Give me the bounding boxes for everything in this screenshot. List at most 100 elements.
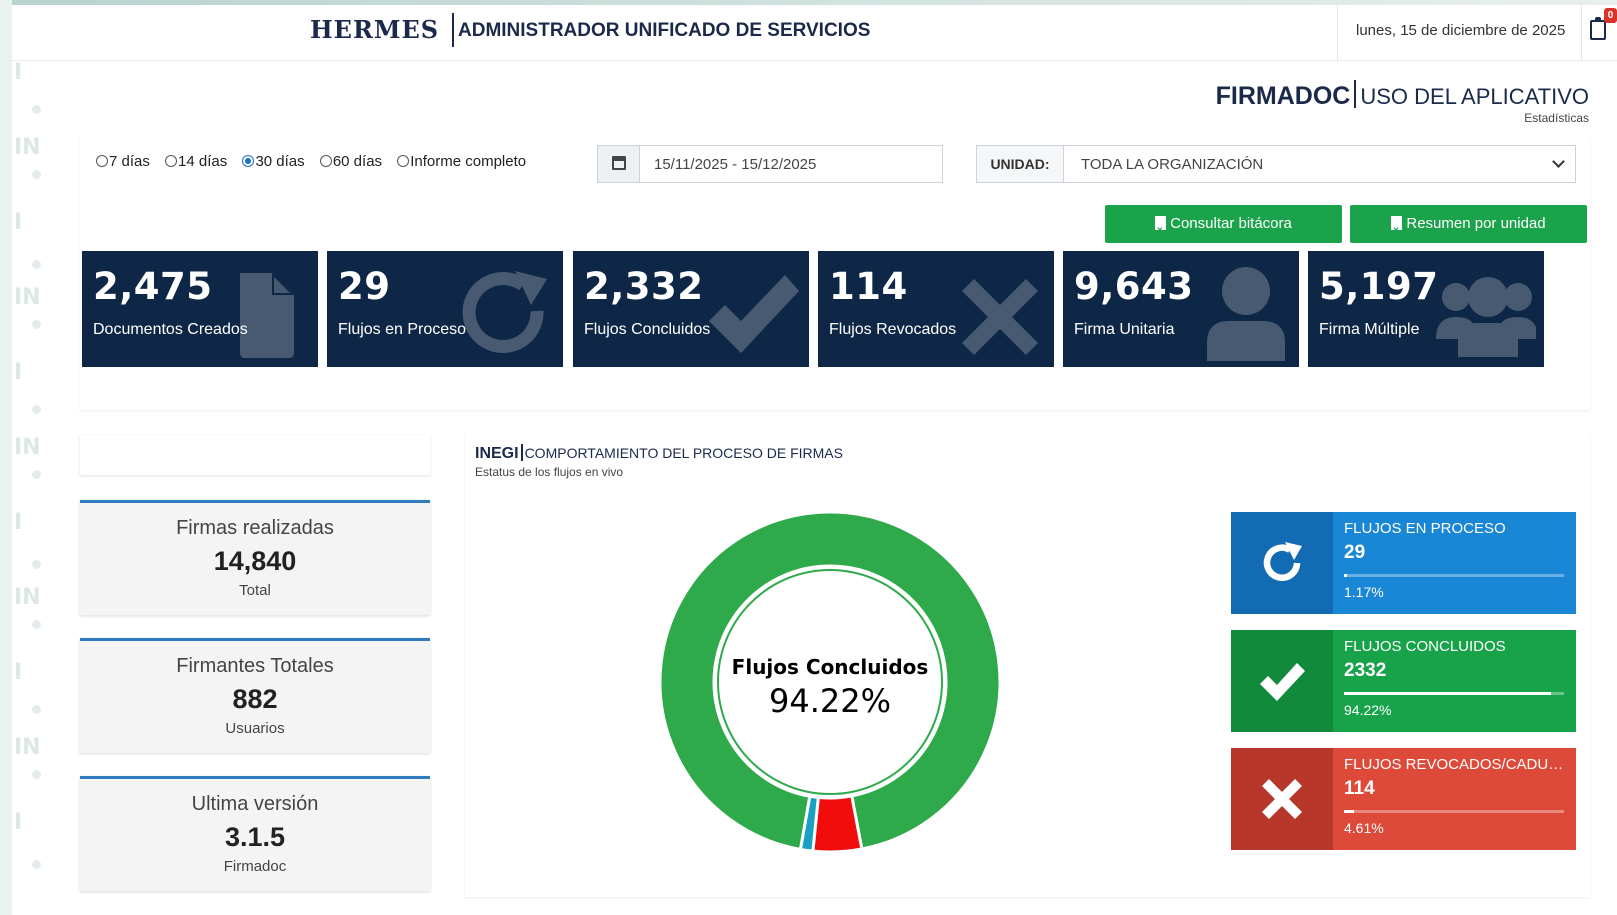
page-subtitle: Estadísticas: [1524, 111, 1589, 125]
calendar-addon[interactable]: [598, 146, 640, 182]
refresh-icon: [462, 271, 547, 353]
stat-title: Ultima versión: [191, 793, 319, 815]
kpi-value: 29: [338, 265, 391, 308]
kpi-label: Documentos Creados: [93, 321, 248, 338]
card-icon-box: [1231, 630, 1333, 732]
page-title: FIRMADOC USO DEL APLICATIVO: [1216, 80, 1589, 111]
card-icon-box: [1231, 748, 1333, 850]
user-icon: [1207, 267, 1285, 361]
card-body: FLUJOS CONCLUIDOS 2332 94.22%: [1333, 630, 1576, 732]
progress-fill: [1344, 692, 1552, 695]
chart-title-text: COMPORTAMIENTO DEL PROCESO DE FIRMAS: [524, 445, 843, 461]
radio-14-days[interactable]: 14 días: [165, 153, 227, 170]
chevron-down-icon: [1552, 155, 1565, 168]
filters-panel: 7 días 14 días 30 días 60 días Informe c…: [80, 135, 1590, 410]
excel-icon: [1391, 212, 1403, 250]
card-body: FLUJOS EN PROCESO 29 1.17%: [1333, 512, 1576, 614]
resumen-por-unidad-button[interactable]: Resumen por unidad: [1350, 205, 1587, 250]
stat-value: 3.1.5: [224, 822, 286, 852]
check-icon: [709, 275, 799, 353]
card-value: 29: [1344, 542, 1366, 563]
card-flujos-en-proceso: FLUJOS EN PROCESO 29 1.17%: [1231, 512, 1576, 614]
radio-circle[interactable]: [397, 155, 410, 167]
stat-title: Firmantes Totales: [176, 655, 334, 677]
document-icon: [240, 273, 294, 358]
page-title-main: FIRMADOC: [1215, 82, 1351, 110]
radio-circle[interactable]: [165, 155, 178, 167]
card-title: FLUJOS CONCLUIDOS: [1344, 638, 1506, 655]
unidad-value: TODA LA ORGANIZACIÓN: [1081, 156, 1264, 173]
refresh-icon: [1263, 542, 1302, 581]
unidad-select[interactable]: UNIDAD: TODA LA ORGANIZACIÓN: [976, 145, 1576, 183]
radio-60-days[interactable]: 60 días: [319, 153, 383, 170]
kpi-value: 9,643: [1074, 265, 1194, 308]
radio-full-report[interactable]: Informe completo: [397, 153, 526, 170]
brand-divider: [452, 13, 454, 47]
unidad-label: UNIDAD:: [977, 146, 1064, 182]
users-icon: [1436, 277, 1536, 357]
clipboard-icon[interactable]: [1590, 17, 1606, 40]
card-flujos-revocados: FLUJOS REVOCADOS/CADUC... 114 4.61%: [1231, 748, 1576, 850]
donut-center-label: Flujos Concluidos: [732, 655, 929, 679]
consultar-bitacora-button[interactable]: Consultar bitácora: [1105, 205, 1342, 250]
kpi-value: 2,475: [93, 265, 213, 308]
kpi-flujos-concluidos: 2,332 Flujos Concluidos: [573, 251, 809, 367]
radio-label: 60 días: [332, 153, 383, 170]
stat-sub: Firmadoc: [223, 858, 287, 875]
card-percent: 94.22%: [1344, 702, 1392, 718]
button-label: Resumen por unidad: [1406, 215, 1546, 232]
donut-chart[interactable]: Flujos Concluidos 94.22%: [650, 502, 1010, 862]
side-panel-header: [80, 435, 430, 475]
chart-title: INEGI COMPORTAMIENTO DEL PROCESO DE FIRMA…: [475, 444, 843, 463]
card-percent: 1.17%: [1344, 584, 1384, 600]
app-subtitle: ADMINISTRADOR UNIFICADO DE SERVICIOS: [458, 20, 871, 41]
check-icon: [1260, 663, 1305, 701]
current-date: lunes, 15 de diciembre de 2025: [1356, 22, 1566, 39]
progress-bar: [1344, 810, 1564, 813]
kpi-label: Firma Unitaria: [1074, 321, 1175, 338]
period-radio-group: 7 días 14 días 30 días 60 días Informe c…: [96, 153, 537, 170]
excel-icon: [1155, 212, 1167, 250]
card-title: FLUJOS REVOCADOS/CADUC...: [1344, 756, 1569, 773]
donut-center-value: 94.22%: [769, 682, 891, 720]
calendar-icon: [612, 156, 626, 170]
card-icon-box: [1231, 512, 1333, 614]
stat-firmantes-totales: Firmantes Totales 882 Usuarios: [80, 638, 430, 753]
kpi-documentos-creados: 2,475 Documentos Creados: [82, 251, 318, 367]
radio-7-days[interactable]: 7 días: [96, 153, 150, 170]
progress-bar: [1344, 574, 1564, 577]
kpi-label: Flujos Concluidos: [584, 321, 711, 338]
date-range-input[interactable]: 15/11/2025 - 15/12/2025: [597, 145, 943, 183]
card-title: FLUJOS EN PROCESO: [1344, 520, 1506, 537]
radio-label: 7 días: [109, 153, 150, 170]
title-divider: [520, 444, 523, 461]
x-icon: [1262, 779, 1302, 819]
radio-circle-selected[interactable]: [242, 155, 255, 167]
brand-logo[interactable]: HERMES: [310, 15, 439, 44]
kpi-label: Flujos Revocados: [829, 321, 957, 338]
kpi-label: Flujos en Proceso: [338, 321, 467, 338]
kpi-flujos-en-proceso: 29 Flujos en Proceso: [327, 251, 563, 367]
radio-30-days[interactable]: 30 días: [242, 153, 305, 170]
stat-sub: Usuarios: [225, 720, 285, 737]
page-title-rest: USO DEL APLICATIVO: [1360, 84, 1589, 109]
card-value: 114: [1344, 778, 1375, 799]
donut-slice-1[interactable]: [811, 794, 864, 854]
stat-title: Firmas realizadas: [176, 517, 334, 539]
title-divider: [1354, 80, 1357, 108]
date-display: lunes, 15 de diciembre de 2025: [1337, 5, 1582, 61]
button-label: Consultar bitácora: [1170, 215, 1292, 232]
card-value: 2332: [1344, 660, 1387, 681]
radio-circle[interactable]: [319, 155, 332, 167]
radio-label: 14 días: [178, 153, 228, 170]
progress-fill: [1344, 810, 1355, 813]
card-flujos-concluidos: FLUJOS CONCLUIDOS 2332 94.22%: [1231, 630, 1576, 732]
kpi-flujos-revocados: 114 Flujos Revocados: [818, 251, 1054, 367]
progress-fill: [1344, 574, 1347, 577]
radio-circle[interactable]: [96, 155, 108, 167]
kpi-label: Firma Múltiple: [1319, 321, 1420, 338]
kpi-value: 2,332: [584, 265, 704, 308]
left-edge: [0, 0, 12, 915]
chart-title-org: INEGI: [475, 445, 519, 462]
notification-badge: 0: [1604, 8, 1617, 23]
